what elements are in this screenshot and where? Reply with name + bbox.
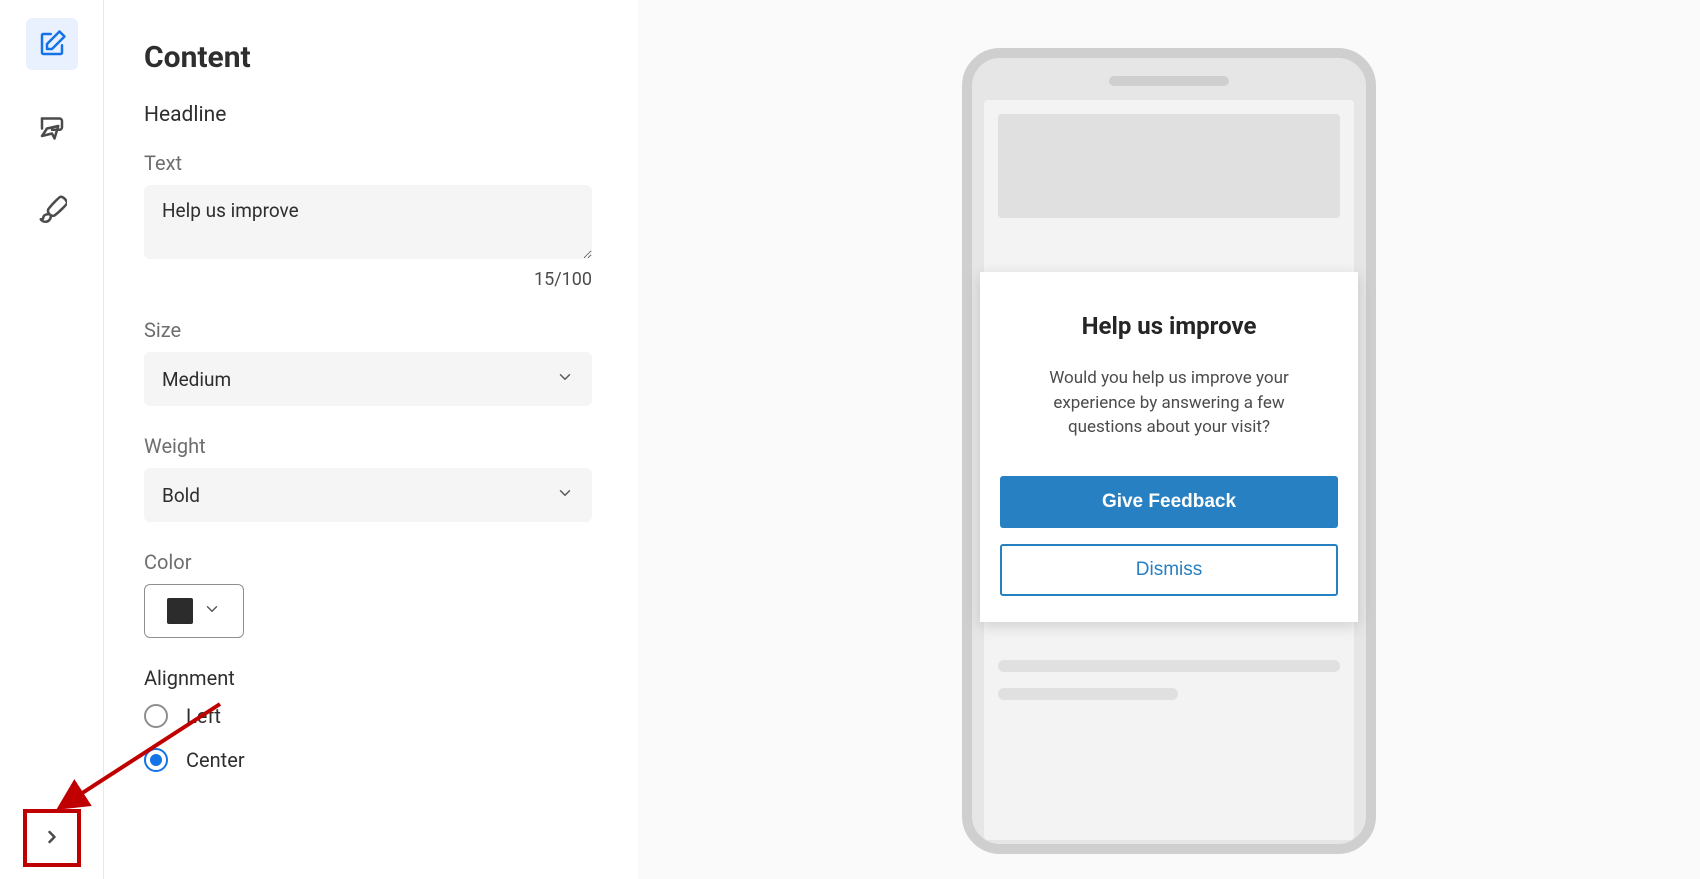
weight-select-value: Bold — [162, 484, 200, 507]
weight-select[interactable]: Bold — [144, 468, 592, 522]
device-speaker — [1109, 76, 1229, 86]
alignment-center-label: Center — [186, 748, 245, 772]
chevron-down-icon — [556, 484, 574, 502]
chevron-down-icon — [556, 368, 574, 386]
size-field-label: Size — [144, 318, 618, 342]
device-screen: Help us improve Would you help us improv… — [984, 100, 1354, 840]
expand-panel-button[interactable] — [26, 811, 78, 863]
size-select[interactable]: Medium — [144, 352, 592, 406]
give-feedback-button[interactable]: Give Feedback — [1000, 476, 1338, 528]
rail-interactions-tab[interactable] — [26, 100, 78, 152]
alignment-radio-group: Left Center — [144, 704, 618, 772]
alignment-field-label: Alignment — [144, 666, 618, 690]
text-char-counter: 15/100 — [144, 269, 592, 290]
radio-icon — [144, 704, 168, 728]
device-frame: Help us improve Would you help us improv… — [962, 48, 1376, 854]
alignment-option-left[interactable]: Left — [144, 704, 618, 728]
cursor-click-icon — [37, 111, 67, 141]
brush-icon — [37, 193, 67, 223]
placeholder-line — [998, 688, 1178, 700]
card-headline: Help us improve — [1000, 312, 1338, 340]
properties-panel: Content Headline Text 15/100 Size Medium… — [104, 0, 638, 879]
chevron-down-icon — [203, 600, 221, 618]
survey-card: Help us improve Would you help us improv… — [980, 272, 1358, 622]
rail-style-tab[interactable] — [26, 182, 78, 234]
panel-title: Content — [144, 40, 618, 75]
size-select-value: Medium — [162, 368, 231, 391]
radio-icon — [144, 748, 168, 772]
dismiss-button[interactable]: Dismiss — [1000, 544, 1338, 596]
alignment-left-label: Left — [186, 704, 221, 728]
color-field-label: Color — [144, 550, 618, 574]
card-body-text: Would you help us improve your experienc… — [1022, 366, 1316, 440]
color-picker[interactable] — [144, 584, 244, 638]
color-swatch — [167, 598, 193, 624]
section-headline-label: Headline — [144, 103, 618, 127]
placeholder-line — [998, 660, 1340, 672]
placeholder-block — [998, 114, 1340, 218]
headline-text-input[interactable] — [144, 185, 592, 259]
chevron-right-icon — [42, 827, 62, 847]
alignment-option-center[interactable]: Center — [144, 748, 618, 772]
text-field-label: Text — [144, 151, 618, 175]
rail-content-tab[interactable] — [26, 18, 78, 70]
edit-icon — [37, 29, 67, 59]
weight-field-label: Weight — [144, 434, 618, 458]
sidebar-icon-rail — [0, 0, 104, 879]
preview-canvas: Help us improve Would you help us improv… — [638, 0, 1700, 879]
